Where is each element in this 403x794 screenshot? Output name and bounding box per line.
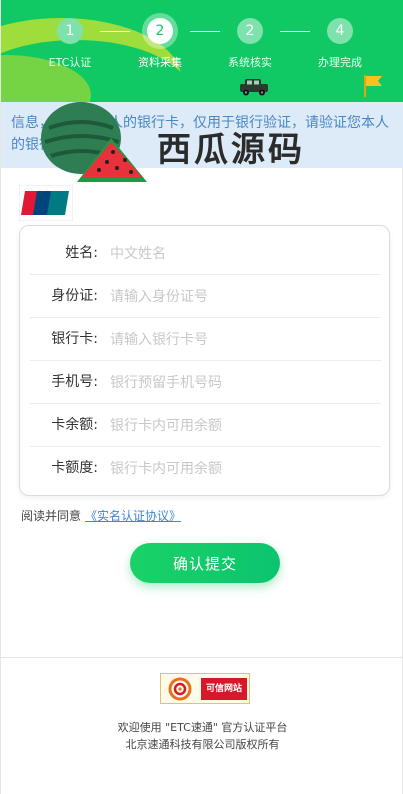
step-4: 4 办理完成 [300,18,380,70]
step-number: 4 [327,18,353,44]
phone-input[interactable] [110,371,370,395]
step-label: 资料采集 [138,56,182,69]
footer-divider [1,657,403,658]
step-label: 办理完成 [318,56,362,69]
field-label: 身份证: [51,288,98,304]
watermark-text: 西瓜源码 [157,130,305,170]
step-label: ETC认证 [48,56,92,69]
form-row-limit: 卡额度: [30,447,381,490]
progress-header: 1 ETC认证 2 资料采集 2 系统核实 4 办理完成 [1,0,403,102]
field-label: 银行卡: [51,331,98,347]
trust-seal-icon [168,677,192,701]
field-label: 手机号: [51,374,98,390]
step-3: 2 系统核实 [210,18,290,70]
form-row-id: 身份证: [30,275,381,318]
card-balance-input[interactable] [110,414,370,438]
step-1: 1 ETC认证 [30,18,110,70]
name-input[interactable] [110,242,370,266]
form-row-phone: 手机号: [30,361,381,404]
field-label: 卡余额: [51,417,98,433]
form-row-balance: 卡余额: [30,404,381,447]
verification-form: 姓名: 身份证: 银行卡: 手机号: 卡余额: 卡额度: [19,225,390,496]
watermark: 西瓜源码 [39,94,359,186]
watermelon-icon [41,102,147,182]
bank-card-input[interactable] [110,328,370,352]
card-limit-input[interactable] [110,457,370,481]
id-number-input[interactable] [110,285,370,309]
step-2: 2 资料采集 [120,18,200,70]
trusted-site-badge[interactable]: 可信网站 [160,673,250,704]
step-indicator: 1 ETC认证 2 资料采集 2 系统核实 4 办理完成 [1,18,403,78]
submit-button[interactable]: 确认提交 [130,543,280,583]
step-number: 1 [57,18,83,44]
field-label: 姓名: [65,245,98,261]
badge-text: 可信网站 [201,678,247,700]
flag-icon [364,75,382,97]
agreement-link[interactable]: 《实名认证协议》 [85,509,181,523]
step-number: 2 [147,18,173,44]
step-label: 系统核实 [228,56,272,69]
footer-copyright: 北京速通科技有限公司版权所有 [125,738,280,751]
step-number: 2 [237,18,263,44]
field-label: 卡额度: [51,460,98,476]
agreement-text: 阅读并同意 [21,509,82,523]
footer-welcome: 欢迎使用 "ETC速通" 官方认证平台 [117,721,288,734]
agreement: 阅读并同意 《实名认证协议》 [21,507,181,524]
form-row-name: 姓名: [30,232,381,275]
form-row-bank-card: 银行卡: [30,318,381,361]
unionpay-logo [19,185,73,221]
